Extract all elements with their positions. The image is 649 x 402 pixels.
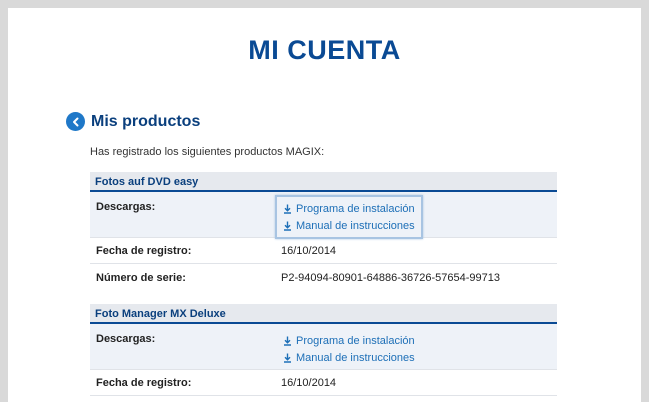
serial-label: Número de serie:: [96, 272, 186, 284]
download-icon: [284, 353, 291, 363]
installer-link-label: Programa de instalación: [296, 334, 415, 347]
registration-date-value: 16/10/2014: [281, 377, 337, 389]
downloads-row: Descargas: Programa de instalación Manua…: [90, 192, 557, 239]
downloads-links: Programa de instalación Manual de instru…: [275, 195, 423, 239]
download-icon: [284, 204, 291, 214]
registration-date-row: Fecha de registro: 16/10/2014: [90, 370, 557, 396]
intro-text: Has registrado los siguientes productos …: [90, 146, 325, 158]
product-card: Fotos auf DVD easy Descargas: Programa d…: [90, 172, 557, 292]
registration-date-row: Fecha de registro: 16/10/2014: [90, 238, 557, 264]
product-name: Foto Manager MX Deluxe: [90, 304, 557, 324]
registration-date-label: Fecha de registro:: [96, 245, 192, 257]
manual-link[interactable]: Manual de instrucciones: [283, 217, 415, 234]
section-title: Mis productos: [91, 112, 201, 130]
account-page: MI CUENTA Mis productos Has registrado l…: [8, 8, 641, 402]
serial-row: Número de serie: P2-94094-80901-64886-36…: [90, 264, 557, 292]
installer-link[interactable]: Programa de instalación: [283, 332, 415, 349]
downloads-row: Descargas: Programa de instalación Manua…: [90, 324, 557, 370]
manual-link-label: Manual de instrucciones: [296, 219, 415, 232]
product-card: Foto Manager MX Deluxe Descargas: Progra…: [90, 304, 557, 396]
downloads-label: Descargas:: [96, 201, 156, 213]
registration-date-value: 16/10/2014: [281, 245, 337, 257]
manual-link-label: Manual de instrucciones: [296, 351, 415, 364]
installer-link-label: Programa de instalación: [296, 202, 415, 215]
serial-value: P2-94094-80901-64886-36726-57654-99713: [281, 272, 500, 284]
downloads-links: Programa de instalación Manual de instru…: [275, 327, 423, 371]
back-button[interactable]: [66, 112, 85, 131]
downloads-label: Descargas:: [96, 333, 156, 345]
page-title: MI CUENTA: [248, 35, 401, 65]
download-icon: [284, 336, 291, 346]
registration-date-label: Fecha de registro:: [96, 377, 192, 389]
download-icon: [284, 221, 291, 231]
product-name: Fotos auf DVD easy: [90, 172, 557, 192]
installer-link[interactable]: Programa de instalación: [283, 200, 415, 217]
chevron-left-icon: [72, 117, 78, 126]
manual-link[interactable]: Manual de instrucciones: [283, 349, 415, 366]
section-header: Mis productos: [66, 112, 200, 131]
